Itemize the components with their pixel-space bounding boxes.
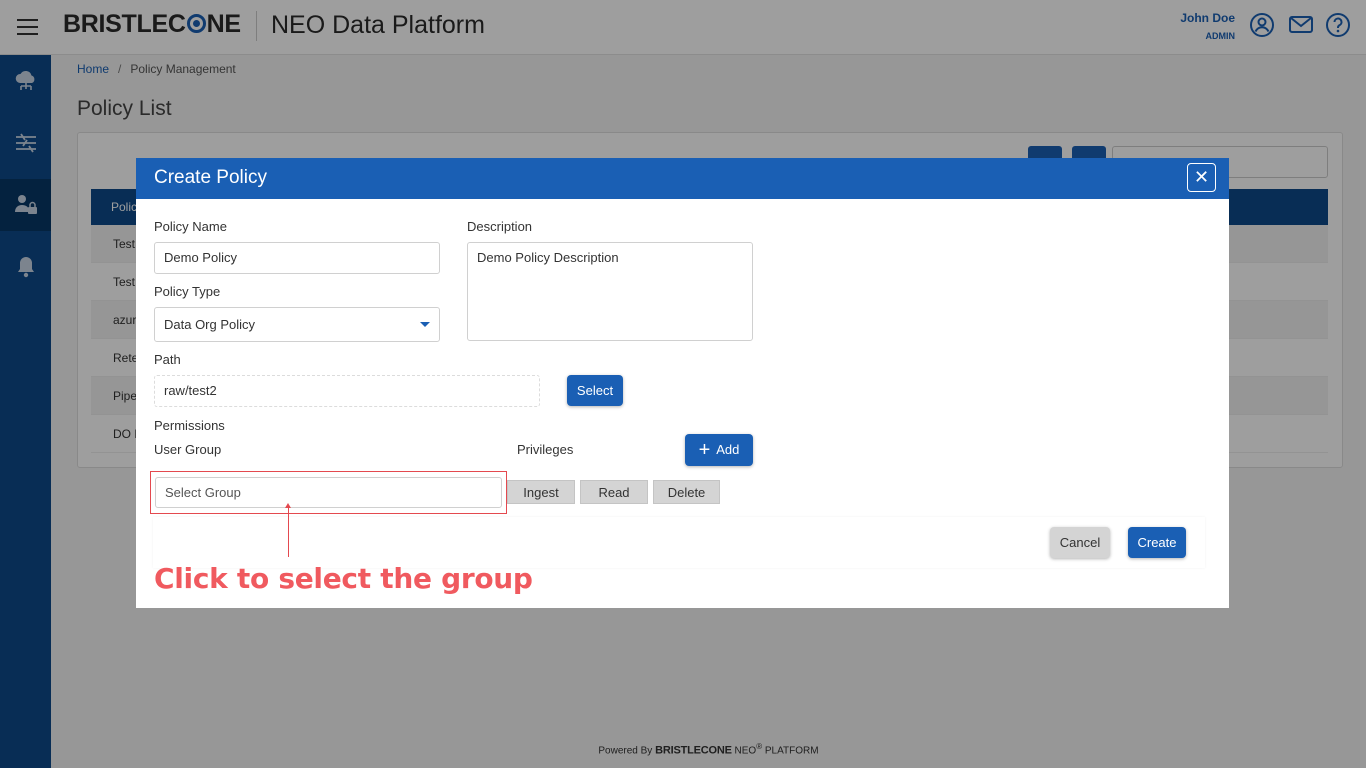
privilege-read-button[interactable]: Read — [580, 480, 648, 504]
description-label: Description — [467, 219, 533, 234]
close-icon[interactable]: ✕ — [1187, 163, 1216, 192]
description-textarea[interactable]: Demo Policy Description — [467, 242, 753, 341]
privilege-delete-button[interactable]: Delete — [653, 480, 720, 504]
privileges-label: Privileges — [517, 442, 574, 457]
cancel-button[interactable]: Cancel — [1050, 527, 1110, 558]
permissions-label: Permissions — [154, 418, 225, 433]
dialog-footer: Cancel Create — [153, 517, 1205, 568]
annotation-text: Click to select the group — [154, 562, 533, 595]
path-label: Path — [154, 352, 181, 367]
add-permission-button[interactable]: + Add — [685, 434, 753, 466]
user-group-label: User Group — [154, 442, 222, 457]
dialog-title: Create Policy — [154, 167, 267, 188]
annotation-arrow-line — [288, 505, 289, 557]
policy-type-select[interactable]: Data Org Policy — [154, 307, 440, 342]
annotation-highlight-box — [150, 471, 507, 514]
select-path-button[interactable]: Select — [567, 375, 623, 406]
policy-type-label: Policy Type — [154, 284, 221, 299]
policy-name-input[interactable]: Demo Policy — [154, 242, 440, 274]
create-policy-dialog: Create Policy ✕ Policy Name Demo Policy … — [136, 158, 1229, 608]
policy-type-value: Data Org Policy — [164, 317, 256, 332]
chevron-down-icon — [420, 322, 430, 327]
annotation-arrow-icon — [285, 503, 291, 508]
plus-icon: + — [698, 439, 711, 461]
create-button[interactable]: Create — [1128, 527, 1186, 558]
policy-name-label: Policy Name — [154, 219, 227, 234]
add-button-label: Add — [716, 442, 740, 457]
dialog-header: Create Policy ✕ — [136, 158, 1229, 199]
privilege-ingest-button[interactable]: Ingest — [507, 480, 575, 504]
path-input[interactable]: raw/test2 — [154, 375, 540, 407]
